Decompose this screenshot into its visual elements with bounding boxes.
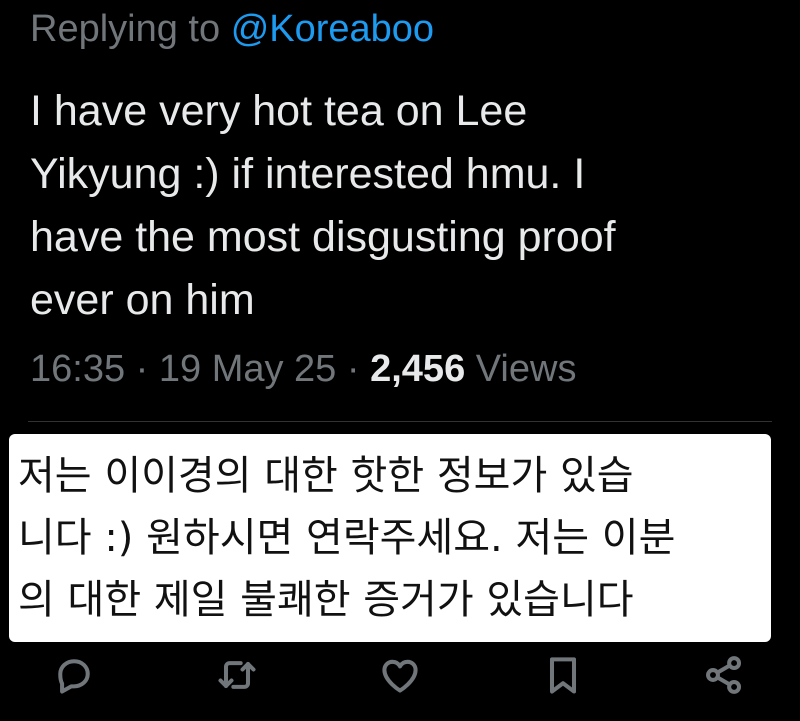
meta-separator: · bbox=[135, 348, 149, 390]
tweet-time[interactable]: 16:35 bbox=[30, 348, 125, 390]
reply-button[interactable] bbox=[50, 651, 98, 699]
translation-line: 의 대한 제일 불쾌한 증거가 있습니다 bbox=[18, 577, 634, 623]
share-icon bbox=[706, 656, 742, 694]
divider bbox=[28, 421, 772, 422]
translation-caption: 저는 이이경의 대한 핫한 정보가 있습 니다 :) 원하시면 연락주세요. 저… bbox=[9, 434, 771, 642]
translation-line: 니다 :) 원하시면 연락주세요. 저는 이분 bbox=[18, 515, 676, 561]
tweet-text-line: ever on him bbox=[30, 276, 255, 324]
like-button[interactable] bbox=[376, 651, 424, 699]
replying-to-line: Replying to @Koreaboo bbox=[30, 6, 434, 52]
tweet-meta: 16:35 · 19 May 25 · 2,456 Views bbox=[30, 344, 576, 394]
retweet-icon bbox=[218, 661, 256, 689]
share-button[interactable] bbox=[700, 651, 748, 699]
like-icon bbox=[382, 659, 418, 693]
tweet-text-line: Yikyung :) if interested hmu. I bbox=[30, 150, 586, 198]
bookmark-button[interactable] bbox=[539, 651, 587, 699]
views-label: Views bbox=[475, 348, 577, 390]
action-bar bbox=[0, 645, 800, 705]
views-count: 2,456 bbox=[370, 348, 466, 390]
replying-to-label: Replying to bbox=[30, 8, 221, 50]
bookmark-icon bbox=[549, 657, 577, 694]
meta-separator: · bbox=[346, 348, 360, 390]
tweet-text: I have very hot tea on Lee Yikyung :) if… bbox=[30, 80, 770, 332]
tweet-text-line: have the most disgusting proof bbox=[30, 213, 616, 261]
retweet-button[interactable] bbox=[213, 651, 261, 699]
tweet-date[interactable]: 19 May 25 bbox=[159, 348, 336, 390]
reply-icon bbox=[58, 659, 90, 694]
translation-line: 저는 이이경의 대한 핫한 정보가 있습 bbox=[18, 453, 634, 499]
reply-handle-link[interactable]: @Koreaboo bbox=[231, 8, 434, 50]
tweet-text-line: I have very hot tea on Lee bbox=[30, 87, 528, 135]
